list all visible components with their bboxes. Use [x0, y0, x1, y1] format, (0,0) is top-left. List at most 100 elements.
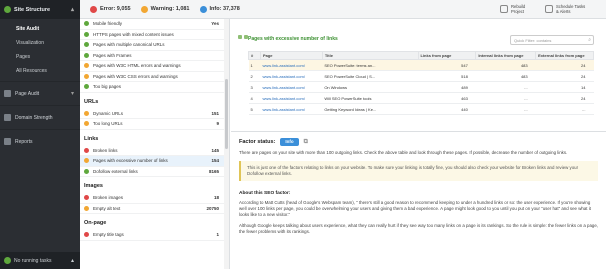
- site-structure-icon: [4, 6, 11, 13]
- list-item[interactable]: Too long URLs 9: [80, 119, 229, 130]
- list-item[interactable]: Dofollow external links 8165: [80, 167, 229, 177]
- list-item[interactable]: Broken links 145: [80, 146, 229, 156]
- list-item[interactable]: Too big pages: [80, 82, 229, 93]
- factor-description: There are pages on your site with more t…: [239, 150, 568, 155]
- factor-count: 151: [211, 110, 219, 116]
- list-item[interactable]: HTTPS pages with mixed content issues: [80, 30, 229, 40]
- cell-links: 518: [418, 70, 476, 82]
- list-item-selected[interactable]: Pages with excessive number of links 154: [80, 156, 229, 167]
- table-row[interactable]: 5 www.link-assistant.com/ Getting Keywor…: [248, 103, 594, 115]
- app-window: Site Structure ▴ Site Audit Visualizatio…: [0, 0, 606, 269]
- cell-page[interactable]: www.link-assistant.com/: [260, 92, 323, 104]
- grid-icon[interactable]: [238, 35, 242, 39]
- list-item[interactable]: Pages with W3C HTML errors and warnings: [80, 61, 229, 72]
- scrollbar-thumb[interactable]: [225, 79, 228, 149]
- factor-label: Broken links: [93, 147, 118, 153]
- task-status-bar[interactable]: No running tasks ▴: [0, 252, 80, 269]
- nav-item-site-audit[interactable]: Site Audit: [0, 22, 80, 36]
- factor-label: Empty title tags: [93, 232, 124, 238]
- cell-external: 14: [535, 81, 594, 93]
- table-row[interactable]: 4 www.link-assistant.com/ Will SEO Power…: [248, 92, 594, 104]
- rebuild-project-button[interactable]: Rebuild Project: [500, 4, 535, 14]
- factor-tip: This is just one of the factors relating…: [239, 161, 598, 181]
- factor-count: 18: [213, 195, 219, 201]
- schedule-icon: [545, 5, 553, 13]
- factor-count: 20750: [206, 205, 219, 211]
- status-error-icon: [84, 195, 89, 201]
- nav-section-site-structure[interactable]: Site Structure ▴: [0, 0, 80, 19]
- column-header-number[interactable]: #: [248, 51, 261, 60]
- left-nav: Site Structure ▴ Site Audit Visualizatio…: [0, 0, 80, 269]
- cell-links: 440: [418, 103, 476, 115]
- copy-icon[interactable]: ⧉: [304, 139, 308, 145]
- cell-links: 489: [418, 81, 476, 93]
- cell-page[interactable]: www.link-assistant.com/: [260, 81, 323, 93]
- section-title-onpage: On-page: [84, 220, 107, 226]
- cell-title: Getting Keyword Ideas | Ke...: [322, 103, 418, 115]
- nav-item-pages[interactable]: Pages: [0, 50, 80, 64]
- column-header-title[interactable]: Title: [321, 51, 419, 60]
- info-count[interactable]: Info: 37,378: [199, 5, 240, 13]
- chevron-up-icon: ▴: [70, 7, 74, 13]
- nav-item-domain-strength[interactable]: Domain Strength: [0, 105, 80, 129]
- factor-description-section: Factor status: Info ⧉ There are pages on…: [231, 132, 606, 246]
- cell-number: 4: [248, 92, 261, 104]
- cell-title: SEO PowerSuite: terms an...: [322, 59, 418, 71]
- nav-item-visualization[interactable]: Visualization: [0, 36, 80, 50]
- factor-detail-panel: Pages with excessive number of links Qui…: [231, 19, 606, 269]
- cell-page[interactable]: www.link-assistant.com/: [260, 70, 323, 82]
- error-count[interactable]: Error: 9,055: [90, 5, 131, 13]
- schedule-tasks-button[interactable]: Schedule Tasks & Alerts: [545, 4, 588, 14]
- factor-status-label: Factor status:: [239, 139, 276, 145]
- cell-number: 3: [248, 81, 261, 93]
- status-error-icon: [84, 147, 89, 153]
- info-status-badge[interactable]: Info: [280, 138, 299, 146]
- quick-filter-input[interactable]: Quick Filter: contains ⌕: [510, 35, 594, 45]
- factor-label: Pages with multiple canonical URLs: [93, 42, 165, 48]
- nav-item-label: Domain Strength: [15, 114, 53, 121]
- schedule-label: Schedule Tasks & Alerts: [556, 4, 586, 14]
- rebuild-icon: [500, 5, 508, 13]
- nav-item-reports[interactable]: Reports: [0, 129, 80, 153]
- factor-label: Empty alt text: [93, 205, 121, 211]
- cell-internal: 483: [475, 59, 536, 71]
- list-item[interactable]: Mobile friendly Yes: [80, 19, 229, 30]
- cell-links: 463: [418, 92, 476, 104]
- status-ok-icon: [84, 84, 89, 90]
- status-warning-icon: [84, 158, 89, 164]
- column-header-internal-links[interactable]: Internal links from page: [475, 51, 537, 60]
- cell-external: 24: [535, 59, 594, 71]
- factor-count: 1: [216, 232, 219, 238]
- list-item[interactable]: Broken images 18: [80, 193, 229, 204]
- status-warning-icon: [84, 110, 89, 116]
- list-item[interactable]: Dynamic URLs 151: [80, 109, 229, 119]
- page-audit-icon: [4, 90, 11, 97]
- cell-number: 5: [248, 103, 261, 115]
- table-row[interactable]: 3 www.link-assistant.com/ On Windows 489…: [248, 81, 594, 93]
- cell-number: 1: [248, 59, 261, 71]
- table-row[interactable]: 1 www.link-assistant.com/ SEO PowerSuite…: [248, 59, 594, 71]
- column-header-page[interactable]: Page: [259, 51, 323, 60]
- search-icon: ⌕: [588, 37, 591, 43]
- status-error-icon: [84, 232, 89, 238]
- list-item[interactable]: Pages with multiple canonical URLs: [80, 40, 229, 51]
- cell-page[interactable]: www.link-assistant.com/: [260, 103, 323, 115]
- status-ok-icon: [84, 21, 89, 27]
- table-row[interactable]: 2 www.link-assistant.com/ SEO PowerSuite…: [248, 70, 594, 82]
- list-item[interactable]: Pages with W3C CSS errors and warnings: [80, 72, 229, 82]
- cell-page[interactable]: www.link-assistant.com/: [260, 59, 323, 71]
- about-title: About this SEO factor:: [239, 191, 291, 196]
- list-item[interactable]: Pages with Frames: [80, 51, 229, 61]
- column-header-external-links[interactable]: External links from page: [535, 51, 594, 60]
- column-header-links[interactable]: Links from page: [417, 51, 477, 60]
- list-item[interactable]: Empty title tags 1: [80, 230, 229, 241]
- list-scrollbar[interactable]: [224, 19, 229, 269]
- nav-item-page-audit[interactable]: Page Audit ▾: [0, 81, 80, 105]
- factor-label: Broken images: [93, 195, 124, 201]
- nav-item-all-resources[interactable]: All Resources: [0, 64, 80, 78]
- panel-toolbar: [238, 35, 248, 39]
- warning-count[interactable]: Warning: 1,081: [140, 5, 190, 13]
- factor-count: Yes: [211, 21, 219, 27]
- nav-section-label: Site Structure: [14, 6, 51, 13]
- list-item[interactable]: Empty alt text 20750: [80, 204, 229, 214]
